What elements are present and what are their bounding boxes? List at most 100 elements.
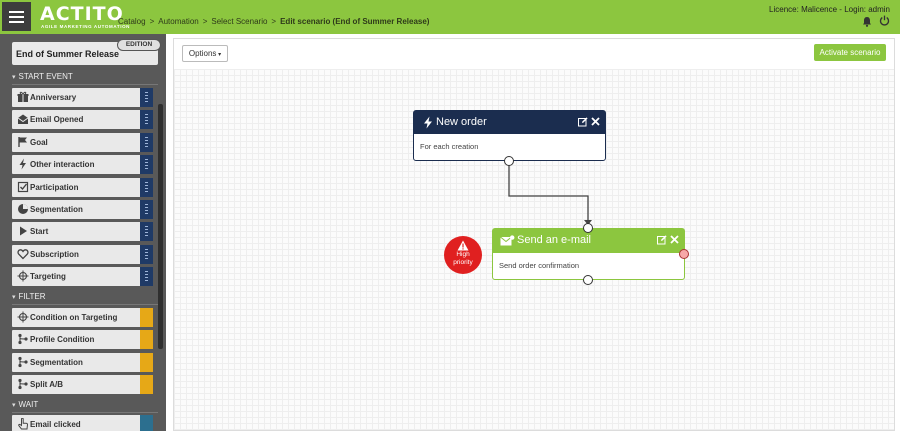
priority-label-line1: High bbox=[456, 251, 470, 258]
bell-icon[interactable] bbox=[862, 16, 872, 27]
sidebar-item-label: Segmentation bbox=[30, 358, 83, 367]
sidebar-item-subscription[interactable]: Subscription bbox=[12, 245, 153, 264]
flag-icon bbox=[18, 137, 27, 147]
breadcrumb-current: Edit scenario (End of Summer Release) bbox=[280, 17, 430, 26]
edition-badge: EDITION bbox=[117, 39, 161, 51]
sidebar-item-label: Goal bbox=[30, 138, 48, 147]
sidebar-item-email-clicked[interactable]: Email clicked bbox=[12, 415, 153, 431]
drag-handle-icon[interactable] bbox=[140, 375, 153, 394]
drag-handle-icon[interactable] bbox=[140, 110, 153, 129]
drag-handle-icon[interactable] bbox=[140, 308, 153, 327]
section-filter[interactable]: FILTER bbox=[12, 292, 46, 304]
licence-login-info: Licence: Malicence - Login: admin bbox=[769, 5, 890, 14]
sidebar-item-label: Participation bbox=[30, 183, 79, 192]
node-header: New order bbox=[414, 111, 605, 134]
node-send-email[interactable]: Send an e-mail Send order confirmation bbox=[492, 228, 685, 280]
section-wait[interactable]: WAIT bbox=[12, 400, 39, 412]
drag-handle-icon[interactable] bbox=[140, 200, 153, 219]
sidebar-item-participation[interactable]: Participation bbox=[12, 178, 153, 197]
priority-label: High priority bbox=[444, 251, 482, 267]
branch-icon bbox=[18, 356, 28, 368]
scenario-title: End of Summer Release bbox=[16, 49, 120, 59]
drag-handle-icon[interactable] bbox=[140, 245, 153, 264]
sidebar-item-label: Email Opened bbox=[30, 115, 84, 124]
gift-icon bbox=[17, 91, 29, 102]
warning-icon bbox=[457, 240, 469, 251]
drag-handle-icon[interactable] bbox=[140, 353, 153, 372]
sidebar: End of Summer Release EDITION START EVEN… bbox=[0, 34, 166, 431]
sidebar-item-label: Split A/B bbox=[30, 380, 64, 389]
crosshair-icon bbox=[17, 311, 29, 323]
edit-icon[interactable] bbox=[657, 235, 667, 245]
heart-icon bbox=[17, 249, 29, 260]
drag-handle-icon[interactable] bbox=[140, 178, 153, 197]
sidebar-item-label: Condition on Targeting bbox=[30, 313, 118, 322]
sidebar-item-email-opened[interactable]: Email Opened bbox=[12, 110, 153, 129]
edit-icon[interactable] bbox=[578, 117, 588, 127]
branch-icon bbox=[18, 333, 28, 345]
breadcrumb-separator: > bbox=[202, 17, 208, 26]
sidebar-item-label: Targeting bbox=[30, 272, 66, 281]
sidebar-item-label: Profile Condition bbox=[30, 335, 95, 344]
drag-handle-icon[interactable] bbox=[140, 267, 153, 286]
scenario-title-box: End of Summer Release EDITION bbox=[12, 39, 161, 65]
close-icon[interactable] bbox=[591, 117, 600, 126]
sidebar-item-label: Subscription bbox=[30, 250, 79, 259]
hamburger-menu-icon[interactable] bbox=[2, 2, 31, 31]
sidebar-item-segmentation[interactable]: Segmentation bbox=[12, 200, 153, 219]
bolt-icon bbox=[424, 116, 432, 129]
sidebar-item-goal[interactable]: Goal bbox=[12, 133, 153, 152]
drag-handle-icon[interactable] bbox=[140, 330, 153, 349]
output-port[interactable] bbox=[583, 275, 593, 285]
breadcrumb-separator: > bbox=[271, 17, 277, 26]
sidebar-item-label: Email clicked bbox=[30, 420, 81, 429]
drag-handle-icon[interactable] bbox=[140, 88, 153, 107]
crosshair-icon bbox=[17, 270, 29, 282]
sidebar-item-start[interactable]: Start bbox=[12, 222, 153, 241]
sidebar-item-anniversary[interactable]: Anniversary bbox=[12, 88, 153, 107]
drag-handle-icon[interactable] bbox=[140, 415, 153, 431]
node-new-order[interactable]: New order For each creation bbox=[413, 110, 606, 161]
drag-handle-icon[interactable] bbox=[140, 133, 153, 152]
breadcrumb: Catalog > Automation > Select Scenario > Edit … bbox=[118, 17, 429, 26]
breadcrumb-separator: > bbox=[149, 17, 155, 26]
scenario-canvas[interactable]: Options Activate scenario New order For … bbox=[173, 38, 895, 431]
drag-handle-icon[interactable] bbox=[140, 222, 153, 241]
section-start-event[interactable]: START EVENT bbox=[12, 72, 73, 84]
breadcrumb-catalog[interactable]: Catalog bbox=[118, 17, 146, 26]
logo-tagline: AGILE MARKETING AUTOMATION bbox=[41, 24, 131, 29]
drag-handle-icon[interactable] bbox=[140, 155, 153, 174]
node-title: New order bbox=[436, 116, 487, 128]
breadcrumb-select-scenario[interactable]: Select Scenario bbox=[211, 17, 267, 26]
section-divider bbox=[12, 304, 158, 305]
output-port[interactable] bbox=[504, 156, 514, 166]
play-icon bbox=[20, 226, 27, 236]
sidebar-item-condition-on-targeting[interactable]: Condition on Targeting bbox=[12, 308, 153, 327]
sidebar-item-filter-segmentation[interactable]: Segmentation bbox=[12, 353, 153, 372]
sidebar-scrollbar[interactable] bbox=[158, 104, 163, 349]
sidebar-item-label: Start bbox=[30, 227, 49, 236]
logo-text: ACTITO bbox=[40, 3, 124, 25]
sidebar-item-label: Anniversary bbox=[30, 93, 77, 102]
node-subtitle: Send order confirmation bbox=[499, 261, 580, 270]
node-title: Send an e-mail bbox=[517, 234, 591, 246]
envelope-icon bbox=[500, 235, 515, 246]
priority-label-line2: priority bbox=[453, 259, 473, 266]
sidebar-item-label: Other interaction bbox=[30, 160, 95, 169]
sidebar-item-split-ab[interactable]: Split A/B bbox=[12, 375, 153, 394]
actito-logo[interactable]: ACTITO AGILE MARKETING AUTOMATION bbox=[40, 3, 129, 30]
pie-chart-icon bbox=[18, 204, 28, 214]
sidebar-item-other-interaction[interactable]: Other interaction bbox=[12, 155, 153, 174]
envelope-open-icon bbox=[17, 114, 29, 124]
branch-icon bbox=[18, 378, 28, 390]
sidebar-item-profile-condition[interactable]: Profile Condition bbox=[12, 330, 153, 349]
power-icon[interactable] bbox=[879, 15, 890, 26]
top-header: ACTITO AGILE MARKETING AUTOMATION Catalo… bbox=[0, 0, 900, 34]
pointer-icon bbox=[18, 418, 29, 430]
error-output-port[interactable] bbox=[679, 249, 689, 259]
bolt-icon bbox=[19, 158, 26, 170]
input-port[interactable] bbox=[583, 223, 593, 233]
breadcrumb-automation[interactable]: Automation bbox=[158, 17, 198, 26]
sidebar-item-targeting[interactable]: Targeting bbox=[12, 267, 153, 286]
close-icon[interactable] bbox=[670, 235, 679, 244]
